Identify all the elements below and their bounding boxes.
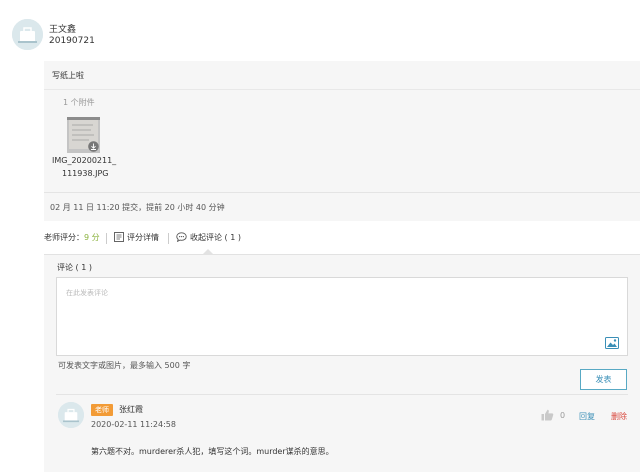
student-id: 20190721 bbox=[49, 36, 95, 46]
submit-time-info: 02 月 11 日 11:20 提交，提前 20 小时 40 分钟 bbox=[50, 203, 225, 212]
comments-title: 评论 ( 1 ) bbox=[57, 263, 92, 272]
comment-author: 张红霞 bbox=[119, 405, 143, 414]
score-label: 老师评分： bbox=[44, 233, 84, 242]
divider bbox=[44, 192, 640, 193]
comment-text: 第六题不对。murderer杀人犯，填写这个词。murder谋杀的意思。 bbox=[91, 447, 334, 456]
tab-score-detail-label: 评分详情 bbox=[127, 233, 159, 242]
comment-hint: 可发表文字或图片，最多输入 500 字 bbox=[58, 361, 191, 370]
bag-avatar-icon bbox=[12, 19, 43, 50]
attachment-filename-ext[interactable]: 111938.JPG bbox=[62, 169, 108, 178]
submission-title: 写纸上啦 bbox=[52, 71, 84, 80]
score-value: 9 分 bbox=[84, 233, 100, 242]
comment-input[interactable]: 在此发表评论 bbox=[56, 277, 628, 356]
divider bbox=[44, 89, 640, 90]
student-name: 王文鑫 bbox=[49, 25, 77, 35]
attachment-count: 1 个附件 bbox=[63, 98, 95, 107]
like-count: 0 bbox=[560, 411, 566, 420]
tab-separator bbox=[106, 233, 107, 244]
download-icon[interactable] bbox=[88, 141, 99, 152]
reply-link[interactable]: 回复 bbox=[579, 411, 595, 422]
bag-avatar-icon bbox=[58, 402, 84, 428]
tab-score-detail[interactable]: 评分详情 bbox=[114, 232, 159, 243]
chat-bubble-icon bbox=[176, 232, 187, 242]
divider bbox=[56, 394, 628, 395]
attachment-thumbnail[interactable] bbox=[67, 117, 100, 153]
image-icon[interactable] bbox=[605, 337, 619, 349]
role-badge: 老师 bbox=[91, 404, 113, 416]
tab-separator bbox=[168, 233, 169, 244]
commenter-avatar bbox=[58, 402, 84, 428]
comment-placeholder: 在此发表评论 bbox=[66, 289, 108, 297]
comments-panel: 评论 ( 1 ) 在此发表评论 可发表文字或图片，最多输入 500 字 发表 老… bbox=[44, 254, 640, 472]
user-avatar bbox=[12, 19, 43, 50]
submission-panel: 写纸上啦 1 个附件 IMG_20200211_ 111938.JPG 02 月… bbox=[44, 61, 640, 221]
tab-collapse-comments[interactable]: 收起评论 ( 1 ) bbox=[176, 232, 241, 243]
attachment-filename[interactable]: IMG_20200211_ bbox=[52, 156, 116, 165]
comment-time: 2020-02-11 11:24:58 bbox=[91, 420, 176, 429]
review-tabs: 老师评分：9 分 评分详情 收起评论 ( 1 ) bbox=[44, 232, 344, 248]
thumbs-up-icon[interactable] bbox=[541, 409, 554, 421]
publish-button[interactable]: 发表 bbox=[580, 369, 627, 390]
delete-link[interactable]: 删除 bbox=[611, 411, 627, 422]
tab-collapse-comments-label: 收起评论 ( 1 ) bbox=[190, 233, 241, 242]
list-icon bbox=[114, 232, 124, 242]
teacher-score: 老师评分：9 分 bbox=[44, 232, 100, 243]
